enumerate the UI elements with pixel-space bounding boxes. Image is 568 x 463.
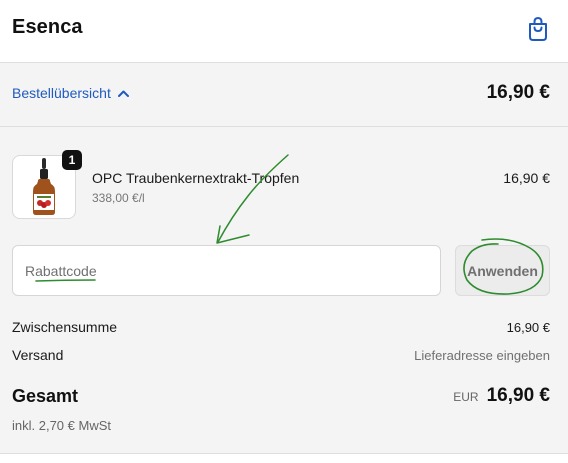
product-price: 16,90 € [503,170,550,186]
order-summary-toggle-label: Bestellübersicht [12,85,111,101]
product-unit-price: 338,00 €/l [92,191,145,205]
tax-note: inkl. 2,70 € MwSt [12,418,111,433]
total-amount-group: EUR 16,90 € [453,385,550,407]
header: Esenca [0,0,568,63]
total-amount: 16,90 € [486,385,550,406]
shopping-bag-icon[interactable] [526,16,550,42]
quantity-badge: 1 [62,150,82,170]
order-summary-bar: Bestellübersicht 16,90 € [0,63,568,127]
discount-code-input[interactable] [12,245,441,296]
shipping-label: Versand [12,347,64,363]
divider [0,453,568,454]
subtotal-label: Zwischensumme [12,319,118,335]
order-summary-toggle[interactable]: Bestellübersicht [12,85,129,101]
total-currency: EUR [453,390,479,404]
product-name: OPC Traubenkernextrakt-Tropfen [92,170,300,186]
chevron-up-icon [117,90,129,97]
brand-logo[interactable]: Esenca [12,16,83,39]
summary-total: 16,90 € [486,82,550,103]
checkout-page: Esenca Bestellübersicht 16,90 € 1 OPC Tr… [0,0,568,463]
total-label: Gesamt [12,386,79,406]
apply-discount-button[interactable]: Anwenden [455,245,550,296]
subtotal-value: 16,90 € [506,320,550,335]
shipping-value: Lieferadresse eingeben [414,348,550,363]
